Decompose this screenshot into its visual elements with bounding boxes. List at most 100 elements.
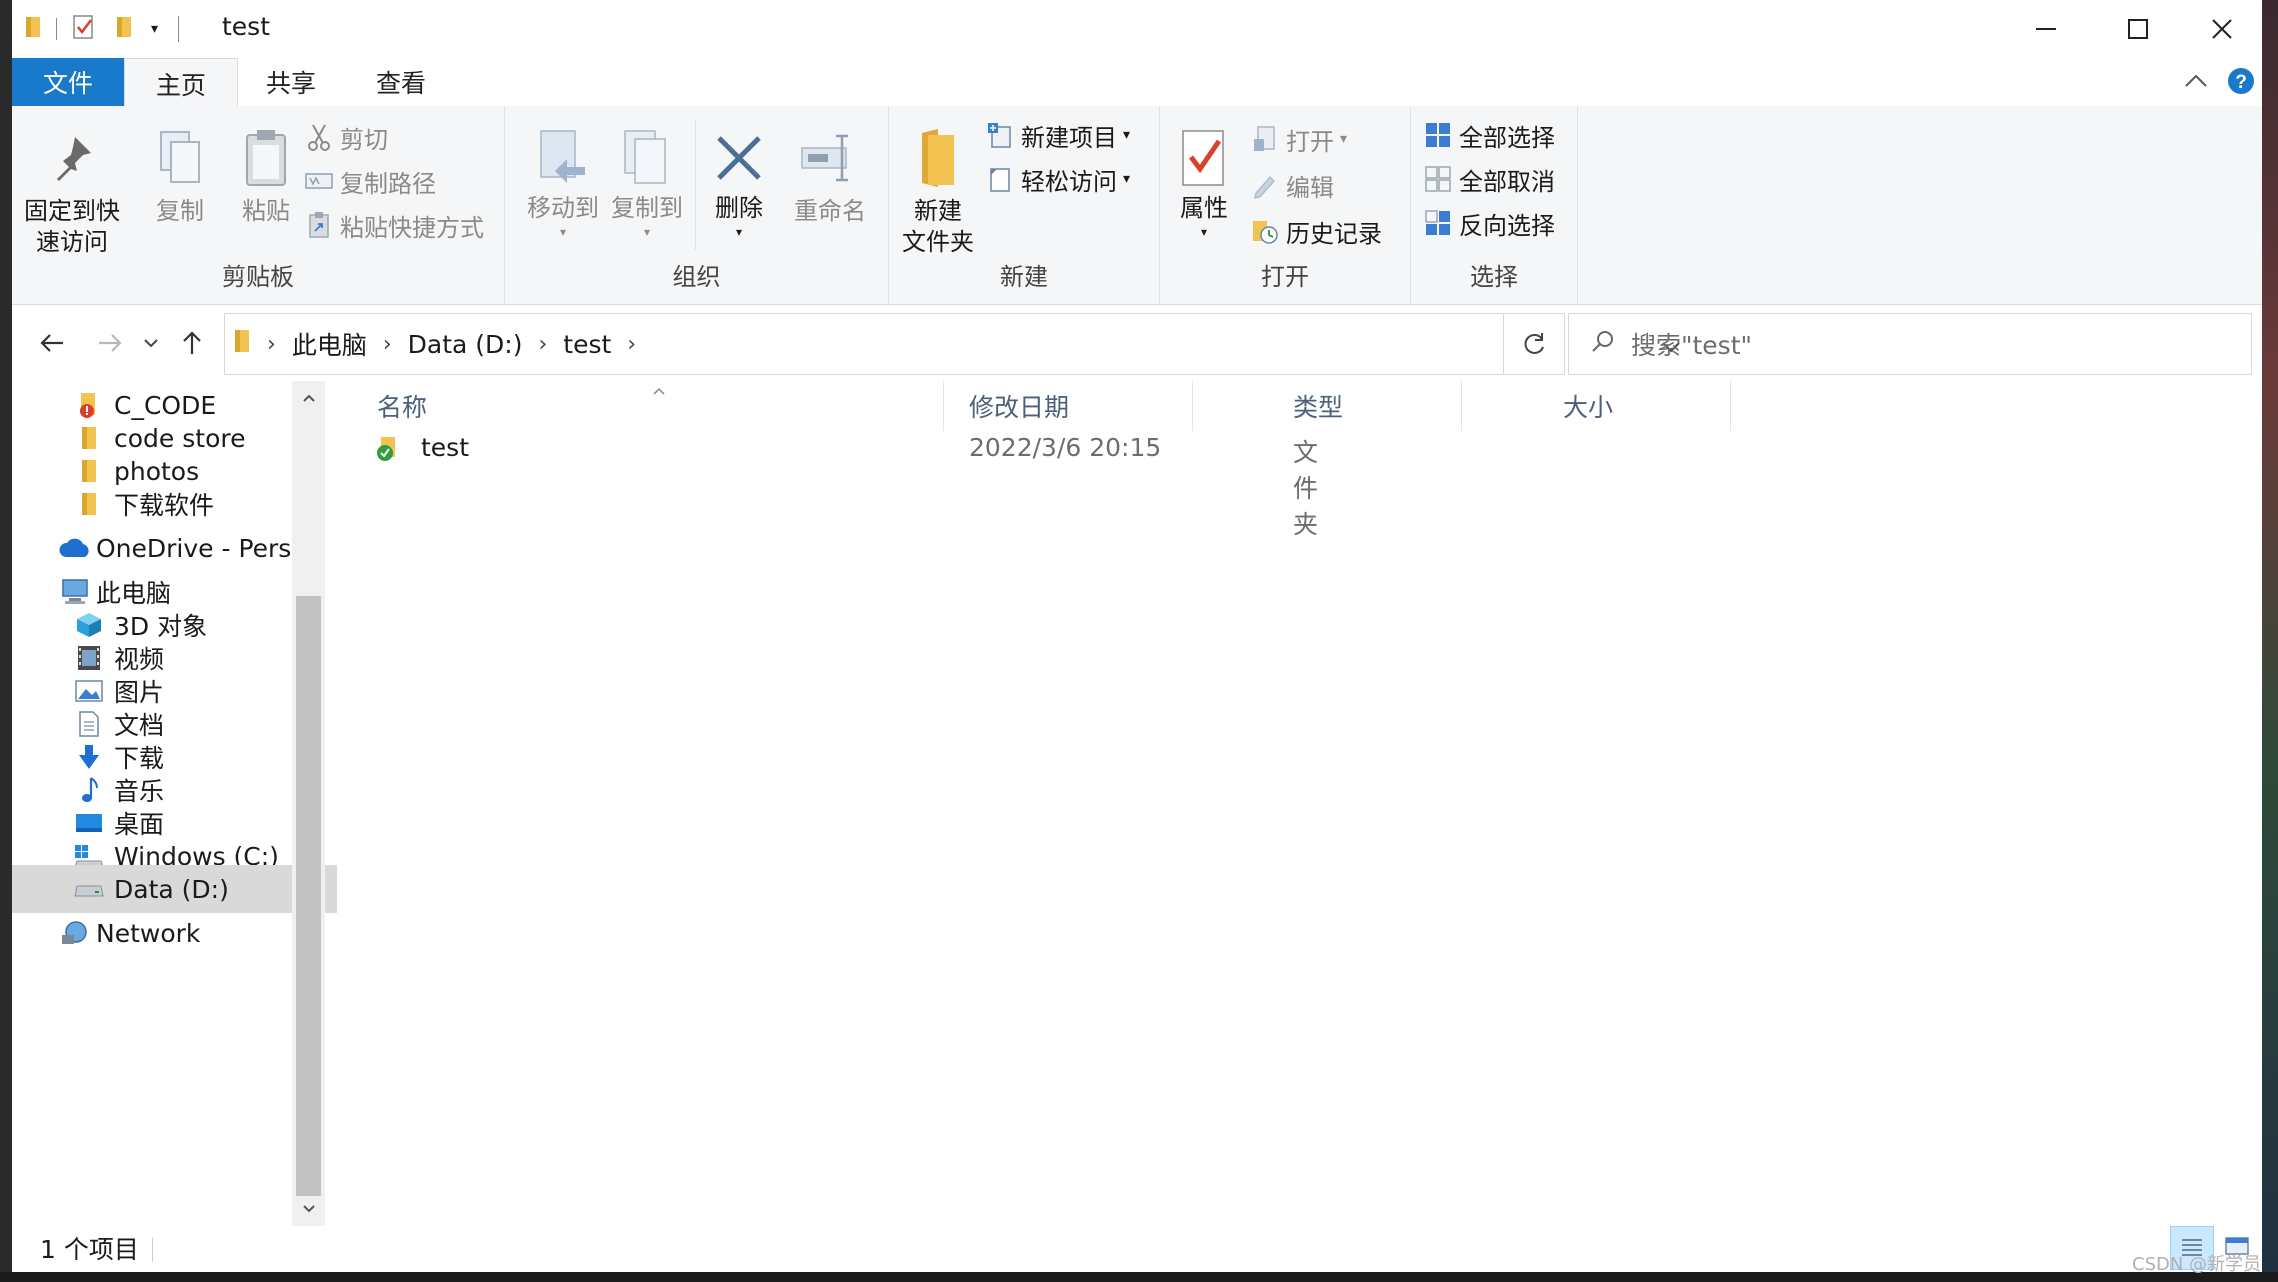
invert-selection-button[interactable]: 反向选择 (1423, 206, 1555, 240)
separator (178, 16, 180, 42)
search-icon (1591, 329, 1615, 359)
new-folder-icon (916, 120, 960, 196)
copy-to-icon (619, 120, 675, 196)
properties-check-icon (1179, 120, 1229, 196)
table-row[interactable]: test 2022/3/6 20:15 文件夹 (337, 425, 1337, 539)
easy-access-button[interactable]: 轻松访问 ▾ (985, 162, 1130, 196)
organize-group-label: 组织 (672, 263, 721, 291)
select-none-label: 全部取消 (1459, 167, 1555, 196)
open-button[interactable]: 打开 ▾ (1250, 122, 1347, 156)
window-title: test (222, 12, 271, 41)
search-input[interactable]: 搜索"test" (1568, 313, 2252, 375)
breadcrumb-data-d[interactable]: Data (D:) (408, 330, 523, 359)
move-to-label: 移动到 (527, 194, 599, 222)
delete-x-icon (713, 120, 765, 196)
separator (695, 120, 696, 250)
forward-arrow-icon[interactable] (90, 321, 130, 365)
breadcrumb-chevron-icon[interactable]: › (538, 332, 547, 357)
refresh-button[interactable] (1504, 313, 1565, 375)
close-button[interactable] (2182, 0, 2262, 58)
select-group: 全部选择 全部取消 反向选择 选择 (1411, 106, 1578, 304)
back-arrow-icon[interactable] (32, 321, 72, 365)
paste-shortcut-icon (304, 210, 334, 240)
select-none-icon (1423, 164, 1453, 194)
new-item-label: 新建项目 (1021, 123, 1117, 152)
rename-button[interactable]: 重命名 (785, 120, 875, 227)
select-all-button[interactable]: 全部选择 (1423, 118, 1555, 152)
maximize-button[interactable] (2092, 0, 2184, 58)
copy-to-button[interactable]: 复制到 ▾ (607, 120, 687, 244)
help-icon[interactable]: ? (2226, 66, 2256, 100)
column-divider[interactable] (1461, 381, 1462, 431)
column-divider[interactable] (1192, 381, 1193, 431)
folder-icon (233, 328, 251, 360)
open-icon (1250, 124, 1280, 154)
move-to-button[interactable]: 移动到 ▾ (523, 120, 603, 244)
properties-check-icon[interactable] (71, 13, 97, 45)
breadcrumb-chevron-icon[interactable]: › (627, 332, 636, 357)
edit-pencil-icon (1250, 170, 1280, 200)
breadcrumb-test[interactable]: test (563, 330, 611, 359)
paste-button[interactable]: 粘贴 (226, 120, 306, 227)
rename-icon (800, 120, 860, 196)
nav-item-onedrive[interactable]: OneDrive - Persc (12, 524, 338, 572)
minimize-button[interactable] (2000, 0, 2092, 58)
folder-sync-icon (375, 435, 403, 469)
scroll-thumb[interactable] (296, 596, 321, 1196)
select-none-button[interactable]: 全部取消 (1423, 162, 1555, 196)
column-header-modified[interactable]: 修改日期 (969, 381, 1169, 431)
collapse-ribbon-icon[interactable] (2182, 68, 2210, 100)
navigation-pane: C_CODE code store photos 下载软件 OneDrive -… (12, 381, 352, 1226)
ribbon-tabs: 文件 主页 共享 查看 ? (12, 58, 2262, 108)
tab-home[interactable]: 主页 (124, 58, 238, 108)
tab-share[interactable]: 共享 (236, 58, 346, 106)
new-folder-icon[interactable] (115, 15, 133, 43)
edit-button[interactable]: 编辑 (1250, 168, 1334, 202)
new-folder-button[interactable]: 新建 文件夹 (893, 120, 983, 258)
column-header-size[interactable]: 大小 (1563, 381, 1663, 431)
column-header-type[interactable]: 类型 (1293, 381, 1393, 431)
rename-label: 重命名 (794, 197, 866, 225)
breadcrumb-chevron-icon[interactable]: › (383, 332, 392, 357)
copy-label: 复制 (156, 197, 204, 225)
column-header-name[interactable]: 名称 (377, 381, 917, 431)
breadcrumb-this-pc[interactable]: 此电脑 (292, 326, 367, 362)
nav-item-network[interactable]: Network (12, 909, 338, 957)
pin-to-quick-access-button[interactable]: 固定到快 速访问 (22, 120, 122, 258)
tab-file[interactable]: 文件 (12, 58, 124, 106)
column-divider[interactable] (1730, 381, 1731, 431)
properties-dropdown-icon: ▾ (1200, 225, 1208, 239)
watermark: CSDN @新学员 (2132, 1254, 2262, 1275)
new-item-button[interactable]: 新建项目 ▾ (985, 118, 1130, 152)
new-folder-label-2: 文件夹 (902, 228, 974, 256)
address-bar[interactable]: › 此电脑 › Data (D:) › test › (224, 313, 1680, 375)
cloud-icon (58, 531, 92, 565)
open-group: 属性 ▾ 打开 ▾ 编辑 历史记录 打开 (1160, 106, 1411, 304)
pin-icon (49, 120, 95, 196)
file-list: 名称 修改日期 类型 大小 test 2022/3/6 20:15 文件夹 (337, 381, 2262, 1226)
paste-shortcut-button[interactable]: 粘贴快捷方式 (304, 208, 484, 242)
select-all-icon (1423, 120, 1453, 150)
up-arrow-icon[interactable] (172, 321, 212, 365)
scissors-icon (304, 122, 334, 152)
paste-label: 粘贴 (242, 197, 290, 225)
copy-button[interactable]: 复制 (140, 120, 220, 227)
cut-label: 剪切 (340, 125, 388, 154)
scroll-up-chevron-icon[interactable] (292, 381, 325, 415)
copy-path-button[interactable]: 复制路径 (304, 164, 436, 198)
history-button[interactable]: 历史记录 (1250, 214, 1382, 248)
column-divider[interactable] (943, 381, 944, 431)
properties-button[interactable]: 属性 ▾ (1164, 120, 1244, 244)
clipboard-group-label: 剪贴板 (222, 263, 294, 291)
recent-locations-chevron-down-icon[interactable] (136, 321, 166, 365)
customize-toolbar-dropdown[interactable]: ▾ (151, 21, 158, 37)
breadcrumb-chevron-icon[interactable]: › (267, 332, 276, 357)
paste-icon (241, 120, 291, 196)
tab-view[interactable]: 查看 (346, 58, 456, 106)
cut-button[interactable]: 剪切 (304, 120, 388, 154)
navigation-bar: › 此电脑 › Data (D:) › test › 搜索"test" (12, 305, 2262, 381)
delete-button[interactable]: 删除 ▾ (699, 120, 779, 244)
taskbar-edge (0, 1272, 2278, 1282)
nav-scrollbar[interactable] (292, 381, 325, 1226)
scroll-down-chevron-icon[interactable] (292, 1192, 325, 1226)
